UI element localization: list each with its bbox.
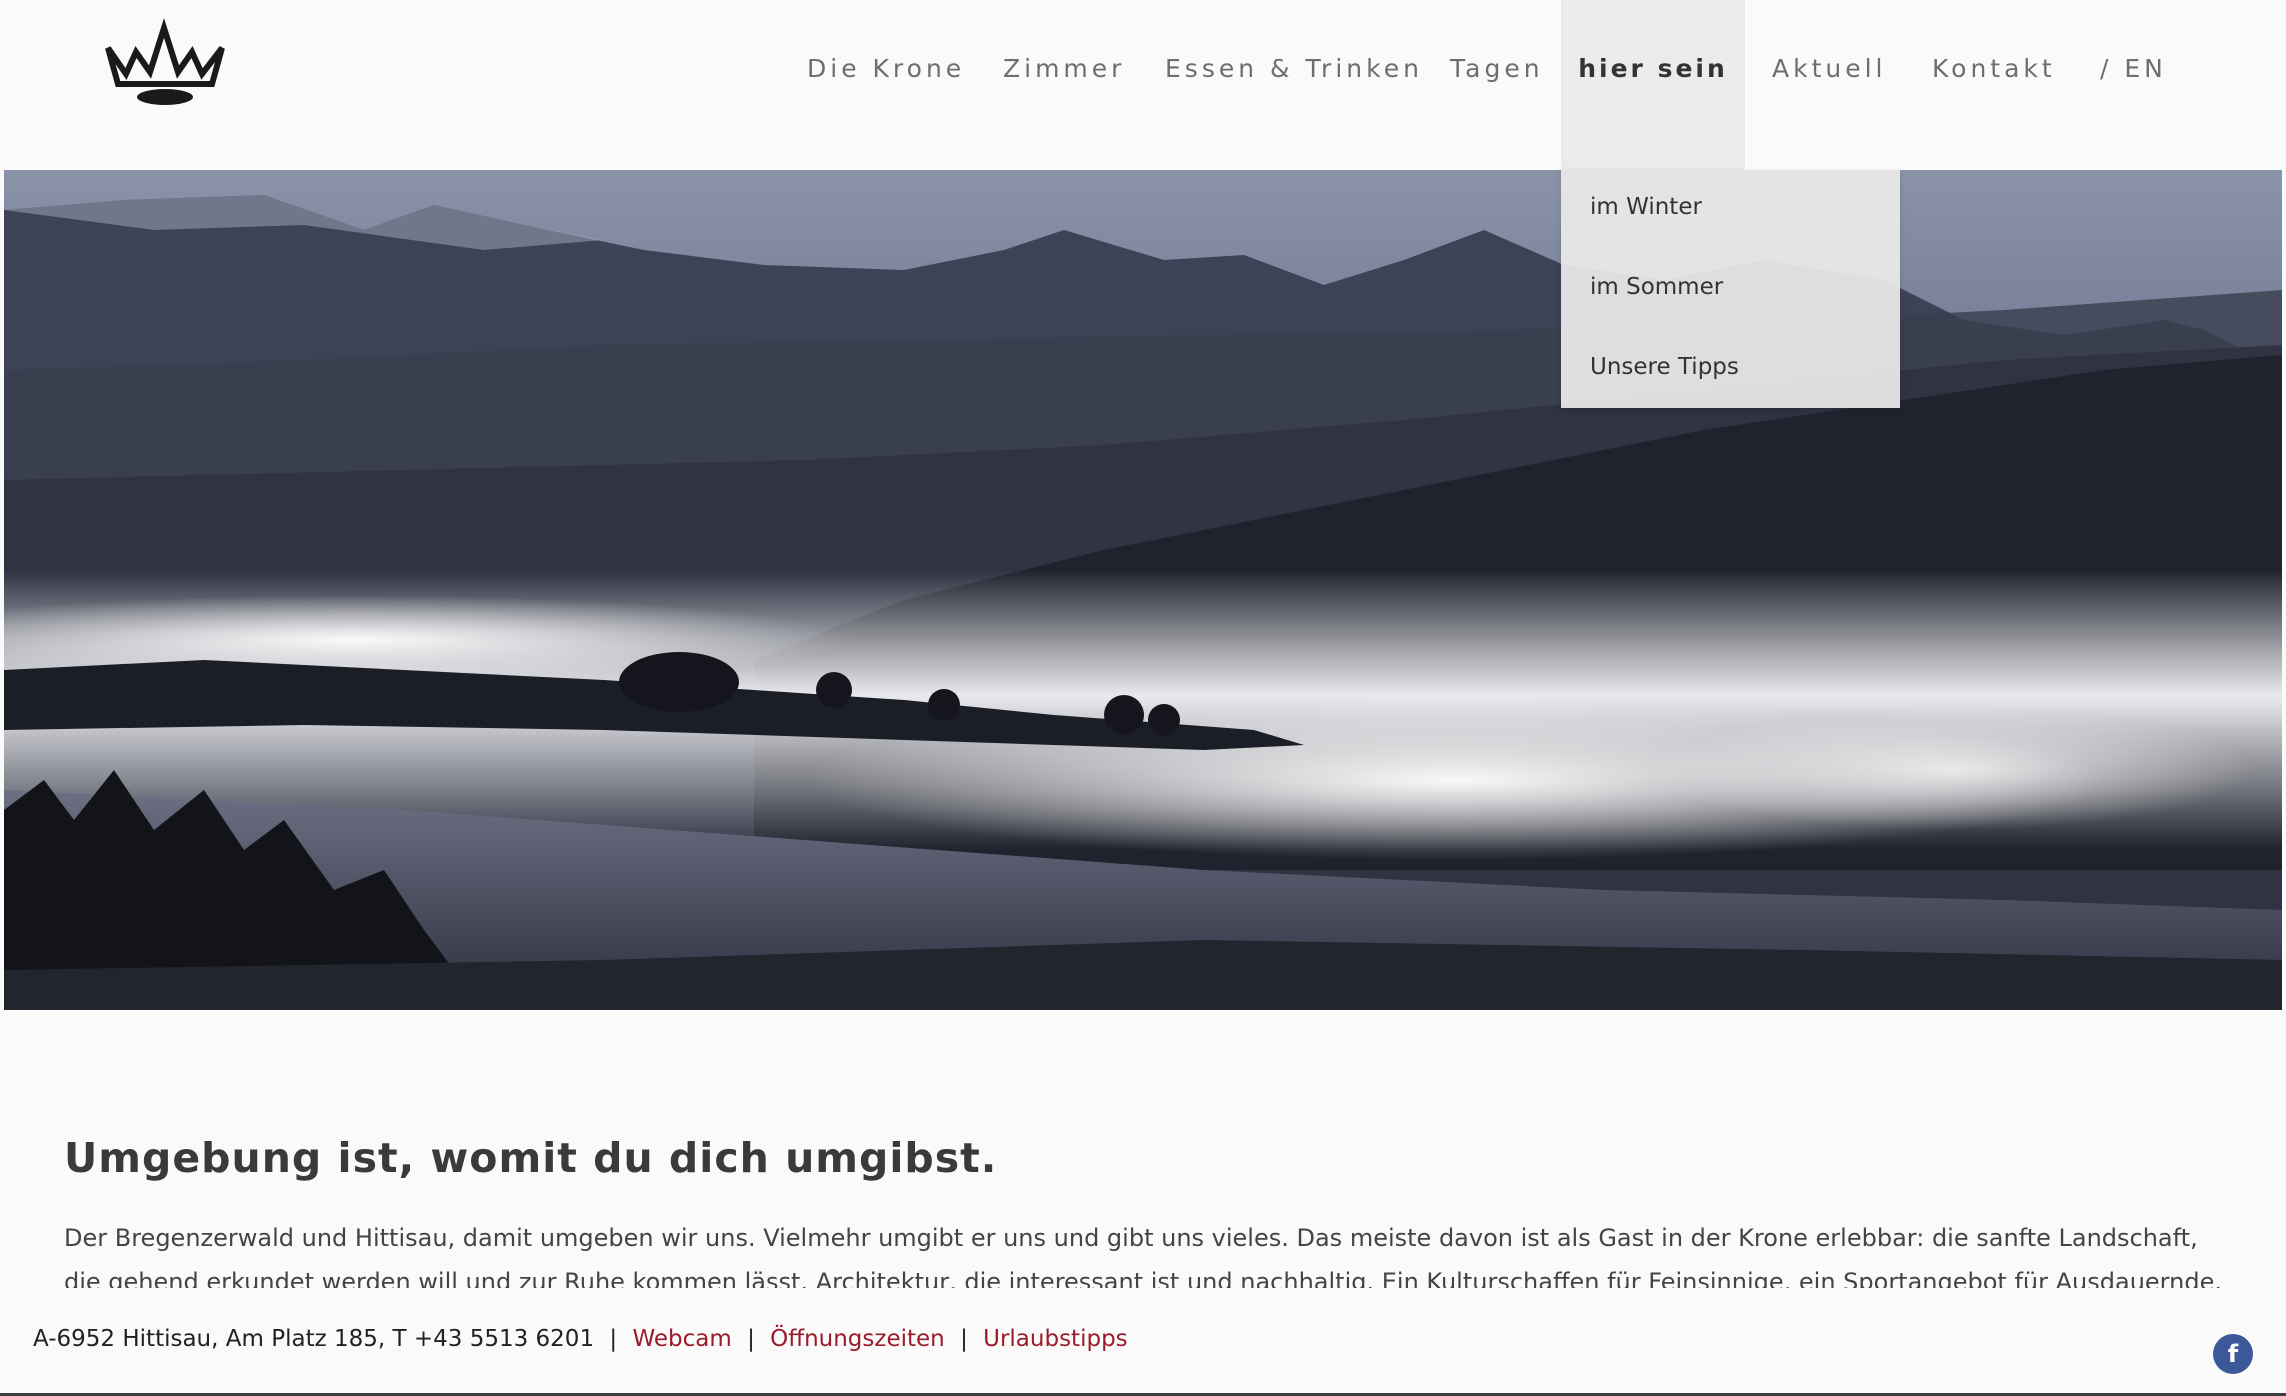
nav-item-zimmer[interactable]: Zimmer [1003, 0, 1125, 170]
footer-separator: | [747, 1326, 755, 1352]
nav-item-kontakt[interactable]: Kontakt [1932, 0, 2056, 170]
site-header: Die Krone Zimmer Essen & Trinken Tagen h… [4, 0, 2286, 170]
nav-item-die-krone[interactable]: Die Krone [807, 0, 965, 170]
facebook-icon[interactable]: f [2213, 1334, 2253, 1374]
nav-item-essen-trinken[interactable]: Essen & Trinken [1165, 0, 1423, 170]
dropdown-item-im-winter[interactable]: im Winter [1590, 194, 1702, 220]
nav-item-tagen[interactable]: Tagen [1450, 0, 1544, 170]
nav-item-hier-sein[interactable]: hier sein [1561, 0, 1745, 170]
footer-separator: | [960, 1326, 968, 1352]
dropdown-item-unsere-tipps[interactable]: Unsere Tipps [1590, 354, 1739, 380]
nav-item-language-en[interactable]: / EN [2100, 0, 2167, 170]
footer-link-webcam[interactable]: Webcam [632, 1326, 731, 1352]
footer-link-urlaubstipps[interactable]: Urlaubstipps [983, 1326, 1128, 1352]
dropdown-item-im-sommer[interactable]: im Sommer [1590, 274, 1723, 300]
footer-separator: | [609, 1326, 618, 1352]
footer-info: A-6952 Hittisau, Am Platz 185, T +43 551… [33, 1326, 1128, 1352]
hier-sein-dropdown-menu: im Winter im Sommer Unsere Tipps [1561, 170, 1900, 408]
foggy-mountain-landscape-image [4, 170, 2282, 1010]
nav-item-aktuell[interactable]: Aktuell [1772, 0, 1887, 170]
footer-link-oeffnungszeiten[interactable]: Öffnungszeiten [770, 1326, 945, 1352]
hero-image [4, 170, 2282, 1010]
site-footer: A-6952 Hittisau, Am Platz 185, T +43 551… [0, 1288, 2286, 1396]
crown-logo-icon[interactable] [104, 18, 226, 108]
page-heading: Umgebung ist, womit du dich umgibst. [64, 1134, 998, 1182]
footer-address: A-6952 Hittisau, Am Platz 185, T +43 551… [33, 1326, 595, 1352]
